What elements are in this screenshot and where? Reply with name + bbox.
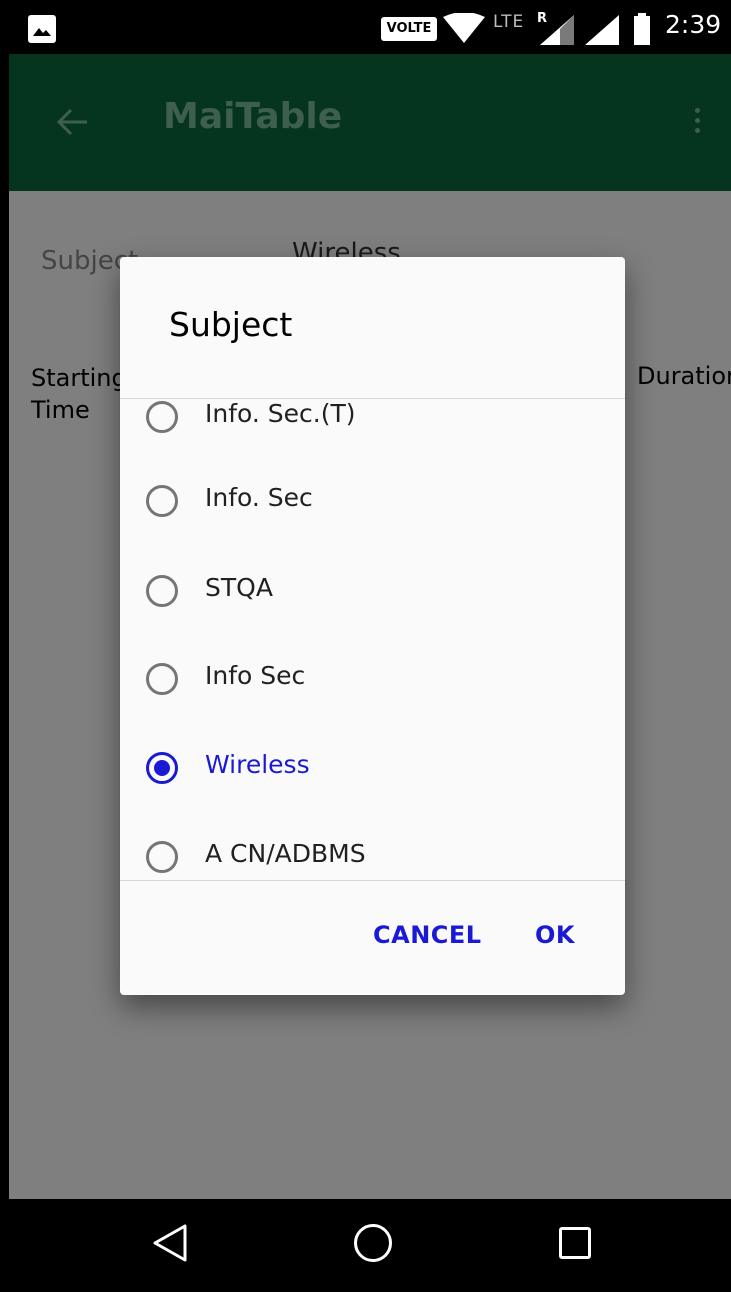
option-label: Info. Sec.(T) <box>205 399 356 428</box>
wifi-icon <box>443 12 485 49</box>
image-notification-icon <box>28 15 56 43</box>
option-info-sec[interactable]: Info. Sec <box>120 483 625 573</box>
cancel-button[interactable]: CANCEL <box>373 921 482 949</box>
radio-checked-icon[interactable] <box>146 752 178 784</box>
status-bar: VOLTE LTE R 2:39 <box>9 0 731 54</box>
nav-back-icon[interactable] <box>151 1223 189 1267</box>
roaming-indicator: R <box>537 11 548 26</box>
option-info-sec-t[interactable]: Info. Sec.(T) <box>120 399 625 489</box>
option-info-sec-2[interactable]: Info Sec <box>120 661 625 751</box>
phone-screen: VOLTE LTE R 2:39 MaiTable Subject Wirele… <box>9 0 731 1292</box>
network-type: LTE <box>493 12 525 32</box>
clock: 2:39 <box>665 10 722 39</box>
ok-button[interactable]: OK <box>535 921 575 949</box>
dialog-title: Subject <box>169 305 293 344</box>
option-label: Info. Sec <box>205 483 313 512</box>
options-list[interactable]: Info. Sec.(T) Info. Sec STQA Info Sec Wi… <box>120 399 625 880</box>
signal-icon <box>585 15 619 49</box>
option-label: Wireless <box>205 750 310 779</box>
navigation-bar <box>9 1199 731 1292</box>
option-label: Info Sec <box>205 661 306 690</box>
volte-badge: VOLTE <box>381 17 437 41</box>
radio-unchecked-icon[interactable] <box>146 663 178 695</box>
subject-dialog: Subject Info. Sec.(T) Info. Sec STQA Inf… <box>120 257 625 995</box>
radio-unchecked-icon[interactable] <box>146 841 178 873</box>
option-label: STQA <box>205 573 273 602</box>
option-a-cn-adbms[interactable]: A CN/ADBMS <box>120 839 625 880</box>
option-label: A CN/ADBMS <box>205 839 366 868</box>
nav-recents-icon[interactable] <box>559 1227 591 1259</box>
option-wireless[interactable]: Wireless <box>120 750 625 840</box>
option-stqa[interactable]: STQA <box>120 573 625 663</box>
radio-unchecked-icon[interactable] <box>146 575 178 607</box>
battery-icon <box>634 13 650 45</box>
radio-unchecked-icon[interactable] <box>146 485 178 517</box>
radio-unchecked-icon[interactable] <box>146 401 178 433</box>
dialog-divider-bottom <box>120 880 625 881</box>
nav-home-icon[interactable] <box>354 1224 392 1262</box>
